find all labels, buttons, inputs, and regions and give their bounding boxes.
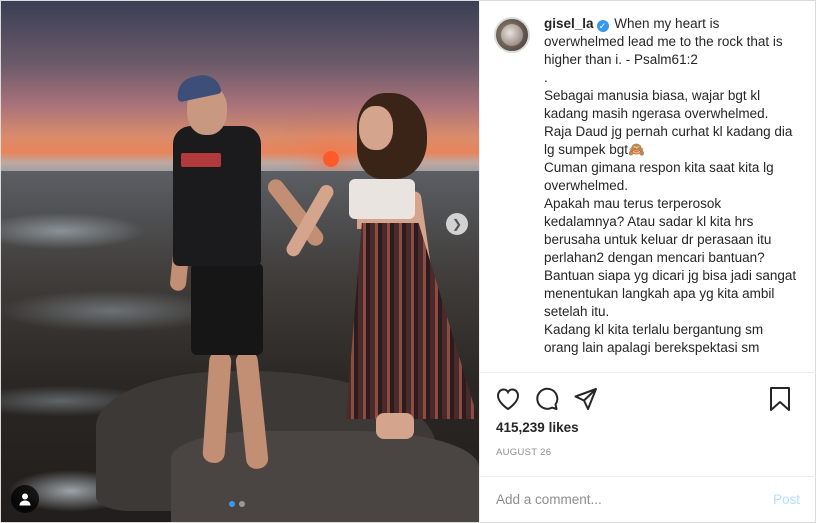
username-link[interactable]: gisel_la [544, 16, 594, 31]
caption: gisel_la ✓ When my heart is overwhelmed l… [544, 15, 800, 357]
caption-line: Bantuan siapa yg dicari jg bisa jadi san… [544, 268, 800, 319]
post-photo[interactable]: ❯ [1, 1, 479, 522]
comment-input[interactable] [496, 492, 773, 507]
carousel-indicator [229, 501, 245, 507]
action-bar [496, 385, 801, 415]
post-actions-section: 415,239 likes AUGUST 26 [480, 372, 816, 482]
likes-count[interactable]: 415,239 likes [496, 420, 579, 435]
caption-line: Raja Daud jg pernah curhat kl kadang dia… [544, 124, 797, 157]
comment-icon [536, 387, 559, 410]
post-date[interactable]: AUGUST 26 [496, 447, 551, 458]
chevron-right-icon: ❯ [451, 217, 463, 231]
caption-line: Kadang kl kita terlalu bergantung sm ora… [544, 322, 767, 355]
caption-area[interactable]: gisel_la ✓ When my heart is overwhelmed l… [480, 1, 816, 372]
share-button[interactable] [572, 385, 600, 413]
like-button[interactable] [494, 385, 522, 413]
save-button[interactable] [766, 385, 794, 413]
sunset-sun [323, 151, 339, 167]
avatar[interactable] [494, 17, 530, 53]
comment-button[interactable] [533, 385, 561, 413]
instagram-post: ❯ gisel_la ✓ When my heart is overwhelmed… [0, 0, 816, 523]
caption-line: Cuman gimana respon kita saat kita lg ov… [544, 160, 778, 193]
bookmark-icon [770, 387, 790, 411]
caption-line: Apakah mau terus terperosok kedalamnya? … [544, 196, 776, 265]
carousel-dot [239, 501, 245, 507]
likes-number: 415,239 [496, 420, 545, 435]
post-comment-button[interactable]: Post [773, 492, 800, 507]
carousel-dot-active [229, 501, 235, 507]
caption-line: Sebagai manusia biasa, wajar bgt kl kada… [544, 88, 769, 121]
caption-line: . [544, 70, 548, 85]
verified-badge-icon: ✓ [596, 20, 609, 32]
heart-icon [496, 388, 520, 411]
share-icon [574, 388, 597, 410]
next-slide-button[interactable]: ❯ [446, 213, 468, 235]
post-side-panel: gisel_la ✓ When my heart is overwhelmed l… [479, 1, 816, 522]
likes-label: likes [548, 420, 579, 435]
comment-bar: Post [480, 476, 816, 522]
user-icon [19, 493, 31, 506]
tagged-users-button[interactable] [11, 485, 39, 513]
